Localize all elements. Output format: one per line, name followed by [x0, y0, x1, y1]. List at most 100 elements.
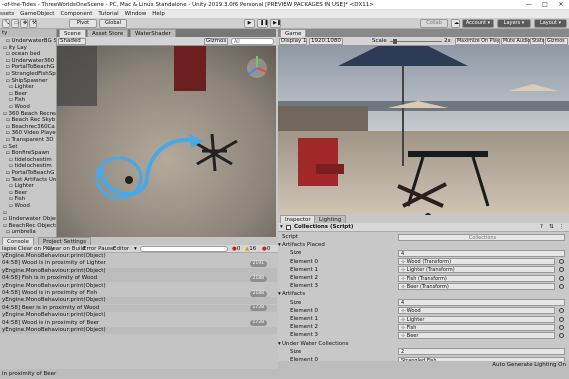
menu-assets[interactable]: ssets — [0, 11, 14, 17]
warning-count[interactable]: ▲16 — [245, 245, 256, 253]
array-size-field[interactable]: 4 — [398, 249, 565, 257]
array-size-field[interactable]: 4 — [398, 299, 565, 307]
tab-lighting[interactable]: Lighting — [314, 215, 347, 223]
console-log-row[interactable]: yEngine.MonoBehaviour:print(Object) — [0, 327, 277, 334]
custom-tool-icon[interactable]: ⚒ — [29, 19, 37, 28]
editor-dropdown[interactable]: Editor — [113, 245, 129, 253]
error-pause-button[interactable]: Error Pause — [83, 245, 114, 253]
close-button[interactable]: ✕ — [553, 0, 569, 9]
component-header[interactable]: ▾ Collections (Script) ? ⇅ ⋮ — [278, 223, 569, 232]
global-toggle[interactable]: Global — [99, 19, 127, 28]
menu-gameobject[interactable]: GameObject — [20, 11, 54, 17]
console-search-input[interactable] — [140, 246, 228, 252]
tab-game[interactable]: Game — [280, 29, 307, 37]
mute-audio-toggle[interactable]: Mute Audio — [501, 38, 530, 45]
stats-toggle[interactable]: Stats — [530, 38, 544, 45]
layout-dropdown[interactable]: Layout ▾ — [534, 19, 567, 28]
presets-icon[interactable]: ⇅ — [549, 223, 554, 232]
object-picker-icon[interactable] — [559, 259, 564, 265]
menu-tutorial[interactable]: Tutorial — [98, 11, 118, 17]
console-log-row[interactable]: 04:58] Wood is in proximity of Beer 1728 — [0, 320, 277, 327]
object-picker-icon[interactable] — [559, 267, 564, 273]
console-log-row[interactable]: yEngine.MonoBehaviour:print(Object) — [0, 267, 277, 275]
console-log-row[interactable]: yEngine.MonoBehaviour:print(Object) — [0, 253, 277, 260]
scene-viewport[interactable] — [57, 46, 276, 237]
maximize-button[interactable]: □ — [537, 0, 553, 9]
collab-label: Collab — [426, 20, 442, 26]
scale-slider-handle[interactable] — [393, 39, 397, 44]
maximize-on-play-toggle[interactable]: Maximize On Play — [455, 38, 500, 45]
transform-tool-icon[interactable]: ✥ — [20, 19, 28, 28]
layers-dropdown[interactable]: Layers ▾ — [497, 19, 531, 28]
rect-tool-icon[interactable]: ▭ — [11, 19, 19, 28]
pivot-toggle[interactable]: Pivot — [69, 19, 97, 28]
menu-help[interactable]: Help — [152, 11, 165, 17]
shading-mode-dropdown[interactable]: Shaded — [58, 38, 86, 45]
tab-asset-store[interactable]: Asset Store — [87, 29, 129, 37]
cloud-icon[interactable]: ☁ — [451, 19, 460, 28]
scene-view-panel: Scene Asset Store WaterShader Shaded Giz… — [57, 29, 276, 237]
pause-button[interactable]: ❚❚ — [257, 19, 268, 28]
stats-label: Stats — [532, 39, 545, 44]
component-enabled-checkbox[interactable] — [286, 225, 291, 230]
object-picker-icon[interactable] — [559, 332, 564, 338]
element-object-field[interactable]: ⊹ Wood — [398, 307, 555, 315]
message-count[interactable]: ●0 — [262, 245, 270, 253]
step-button[interactable]: ▶❚ — [270, 19, 281, 28]
object-picker-icon[interactable] — [559, 324, 564, 330]
tab-console[interactable]: Console — [2, 237, 34, 245]
property-value: Fish (Transform) — [406, 275, 447, 282]
status-bar-right — [278, 369, 569, 379]
component-menu-icon[interactable]: ⋮ — [559, 223, 565, 232]
console-log-row[interactable]: 04:58] Fish is in proximity of Wood 2188 — [0, 275, 277, 283]
console-log-row[interactable]: yEngine.MonoBehaviour:print(Object) — [0, 312, 277, 319]
console-log-row[interactable]: 04:58] Beer is in proximity of Wood 1728 — [0, 304, 277, 312]
foldout-arrow-icon[interactable]: ▾ — [278, 290, 281, 298]
element-object-field[interactable]: ⊹ Lighter — [398, 315, 555, 323]
menu-component[interactable]: Component — [60, 11, 92, 17]
window-title-bar: -of-the-Tides - ThreeWorldsOneScene - PC… — [0, 0, 569, 10]
object-picker-icon[interactable] — [559, 275, 564, 281]
error-count[interactable]: ●0 — [232, 245, 240, 253]
display-dropdown[interactable]: Display 1 — [279, 38, 307, 45]
hierarchy-item[interactable]: ▫ umbrella — [0, 229, 56, 236]
foldout-arrow-icon[interactable]: ▾ — [278, 340, 281, 348]
collab-button[interactable]: Collab — [420, 19, 448, 28]
tab-project-settings[interactable]: Project Settings — [38, 237, 92, 245]
console-log-row[interactable]: 04:58] Wood is in proximity of Lighter 21… — [0, 260, 277, 267]
script-field[interactable]: Collections — [398, 233, 565, 241]
element-object-field[interactable]: ⊹ Wood (Transform) — [398, 258, 555, 266]
tab-scene[interactable]: Scene — [59, 29, 86, 37]
foldout-arrow-icon[interactable]: ▾ — [278, 241, 281, 249]
minimize-button[interactable]: — — [521, 0, 537, 9]
object-picker-icon[interactable] — [559, 308, 564, 314]
object-picker-icon[interactable] — [559, 283, 564, 289]
element-object-field[interactable]: ⊹ Fish (Transform) — [398, 274, 555, 282]
tab-watershader[interactable]: WaterShader — [130, 29, 176, 37]
clear-on-build-button[interactable]: Clear on Build — [47, 245, 86, 253]
game-gizmos-dropdown[interactable]: Gizmos — [545, 38, 568, 45]
console-log-row[interactable]: yEngine.MonoBehaviour:print(Object) — [0, 297, 277, 305]
scene-search-input[interactable] — [231, 38, 274, 45]
menu-window[interactable]: Window — [125, 11, 147, 17]
element-object-field[interactable]: ⊹ Lighter (Transform) — [398, 266, 555, 274]
tab-inspector[interactable]: Inspector — [280, 215, 316, 223]
element-object-field[interactable]: ⊹ Beer — [398, 331, 555, 339]
help-icon[interactable]: ? — [540, 223, 543, 232]
account-dropdown[interactable]: Account ▾ — [462, 19, 494, 28]
console-log-row[interactable]: 04:58] Wood is in proximity of Fish 2188 — [0, 290, 277, 297]
console-log-row[interactable]: yEngine.MonoBehaviour:print(Object) — [0, 283, 277, 290]
scene-gizmos-dropdown[interactable]: Gizmos — [204, 38, 228, 45]
scale-slider[interactable] — [390, 41, 442, 42]
element-object-field[interactable]: ⊹ Fish — [398, 323, 555, 331]
foldout-arrow-icon[interactable]: ▾ — [280, 223, 283, 232]
dropdown-arrow-icon[interactable]: ▾ — [134, 245, 137, 253]
element-object-field[interactable]: ⊹ Beer (Transform) — [398, 282, 555, 290]
array-size-field[interactable]: 2 — [398, 348, 565, 356]
scale-tool-icon[interactable]: ⤡ — [2, 19, 10, 28]
scene-gizmos-label: Gizmos — [206, 38, 227, 44]
object-picker-icon[interactable] — [559, 316, 564, 322]
resolution-dropdown[interactable]: 1920:1080 — [309, 38, 343, 45]
play-button[interactable]: ▶ — [244, 19, 255, 28]
collapse-button[interactable]: lapse — [2, 245, 17, 253]
